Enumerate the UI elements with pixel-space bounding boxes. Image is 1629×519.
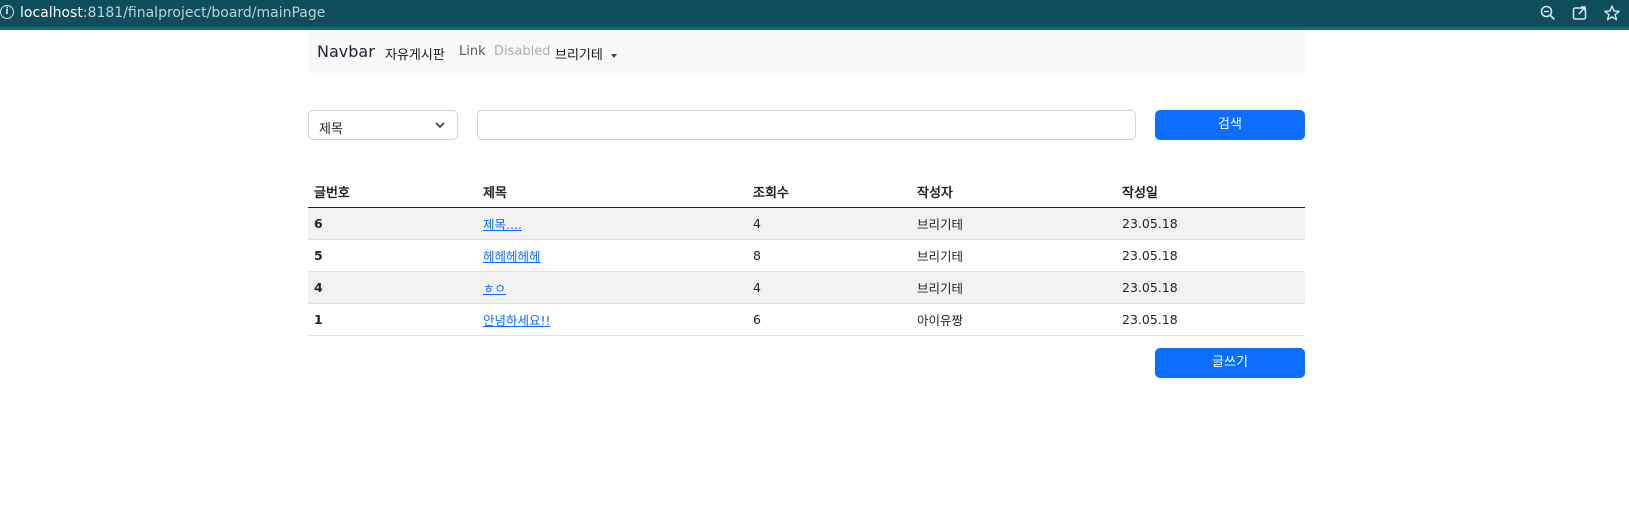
cell-date: 23.05.18 (1116, 239, 1305, 272)
cell-views: 4 (747, 271, 911, 304)
zoom-icon[interactable] (1539, 4, 1557, 22)
nav-link-disabled: Disabled (494, 44, 551, 59)
cell-post-number: 6 (308, 207, 477, 240)
cell-post-number: 4 (308, 271, 477, 304)
cell-views: 8 (747, 239, 911, 272)
nav-link-link[interactable]: Link (459, 44, 486, 59)
header-views: 조회수 (747, 176, 911, 208)
cell-post-number: 1 (308, 303, 477, 336)
search-button[interactable]: 검색 (1155, 110, 1305, 140)
search-type-select[interactable]: 제목 (308, 110, 458, 140)
search-type-value: 제목 (319, 122, 343, 137)
board-table: 글번호 제목 조회수 작성자 작성일 6 제목.... 4 브리기테 23.05… (308, 176, 1305, 336)
cell-date: 23.05.18 (1116, 271, 1305, 304)
nav-dropdown-user[interactable]: 브리기테 (555, 44, 617, 63)
nav-link-free-board[interactable]: 자유게시판 (385, 44, 445, 63)
nav-dropdown-label: 브리기테 (555, 48, 603, 63)
header-post-number: 글번호 (308, 176, 477, 208)
cell-date: 23.05.18 (1116, 303, 1305, 336)
url-host: localhost (20, 5, 83, 21)
navbar-brand[interactable]: Navbar (317, 42, 375, 61)
navbar: Navbar 자유게시판 Link Disabled 브리기테 (308, 30, 1305, 73)
cell-views: 4 (747, 207, 911, 240)
cell-title: 헤헤헤헤헤 (477, 239, 747, 272)
table-row: 6 제목.... 4 브리기테 23.05.18 (308, 207, 1305, 240)
table-header-row: 글번호 제목 조회수 작성자 작성일 (308, 176, 1305, 208)
share-icon[interactable] (1571, 4, 1589, 22)
bookmark-star-icon[interactable] (1603, 4, 1621, 22)
table-row: 1 안녕하세요!! 6 아이유짱 23.05.18 (308, 303, 1305, 336)
url-text[interactable]: localhost:8181/finalproject/board/mainPa… (20, 5, 325, 21)
cell-author: 아이유짱 (911, 303, 1116, 336)
cell-title: ㅎㅇ (477, 271, 747, 304)
chevron-down-icon (435, 122, 445, 129)
cell-title: 안녕하세요!! (477, 303, 747, 336)
header-author: 작성자 (911, 176, 1116, 208)
cell-date: 23.05.18 (1116, 207, 1305, 240)
cell-author: 브리기테 (911, 207, 1116, 240)
caret-down-icon (610, 53, 617, 58)
cell-post-number: 5 (308, 239, 477, 272)
cell-author: 브리기테 (911, 239, 1116, 272)
cell-author: 브리기테 (911, 271, 1116, 304)
post-title-link[interactable]: 제목.... (483, 217, 522, 232)
cell-views: 6 (747, 303, 911, 336)
browser-url-bar: i localhost:8181/finalproject/board/main… (0, 0, 1629, 30)
table-row: 5 헤헤헤헤헤 8 브리기테 23.05.18 (308, 239, 1305, 272)
table-row: 4 ㅎㅇ 4 브리기테 23.05.18 (308, 271, 1305, 304)
post-title-link[interactable]: 안녕하세요!! (483, 313, 551, 328)
post-title-link[interactable]: ㅎㅇ (483, 281, 506, 296)
header-date: 작성일 (1116, 176, 1305, 208)
header-title: 제목 (477, 176, 747, 208)
write-post-button[interactable]: 글쓰기 (1155, 348, 1305, 378)
site-info-icon[interactable]: i (0, 5, 14, 19)
url-path: :8181/finalproject/board/mainPage (82, 5, 326, 21)
cell-title: 제목.... (477, 207, 747, 240)
post-title-link[interactable]: 헤헤헤헤헤 (483, 249, 541, 264)
search-input[interactable] (477, 110, 1136, 140)
